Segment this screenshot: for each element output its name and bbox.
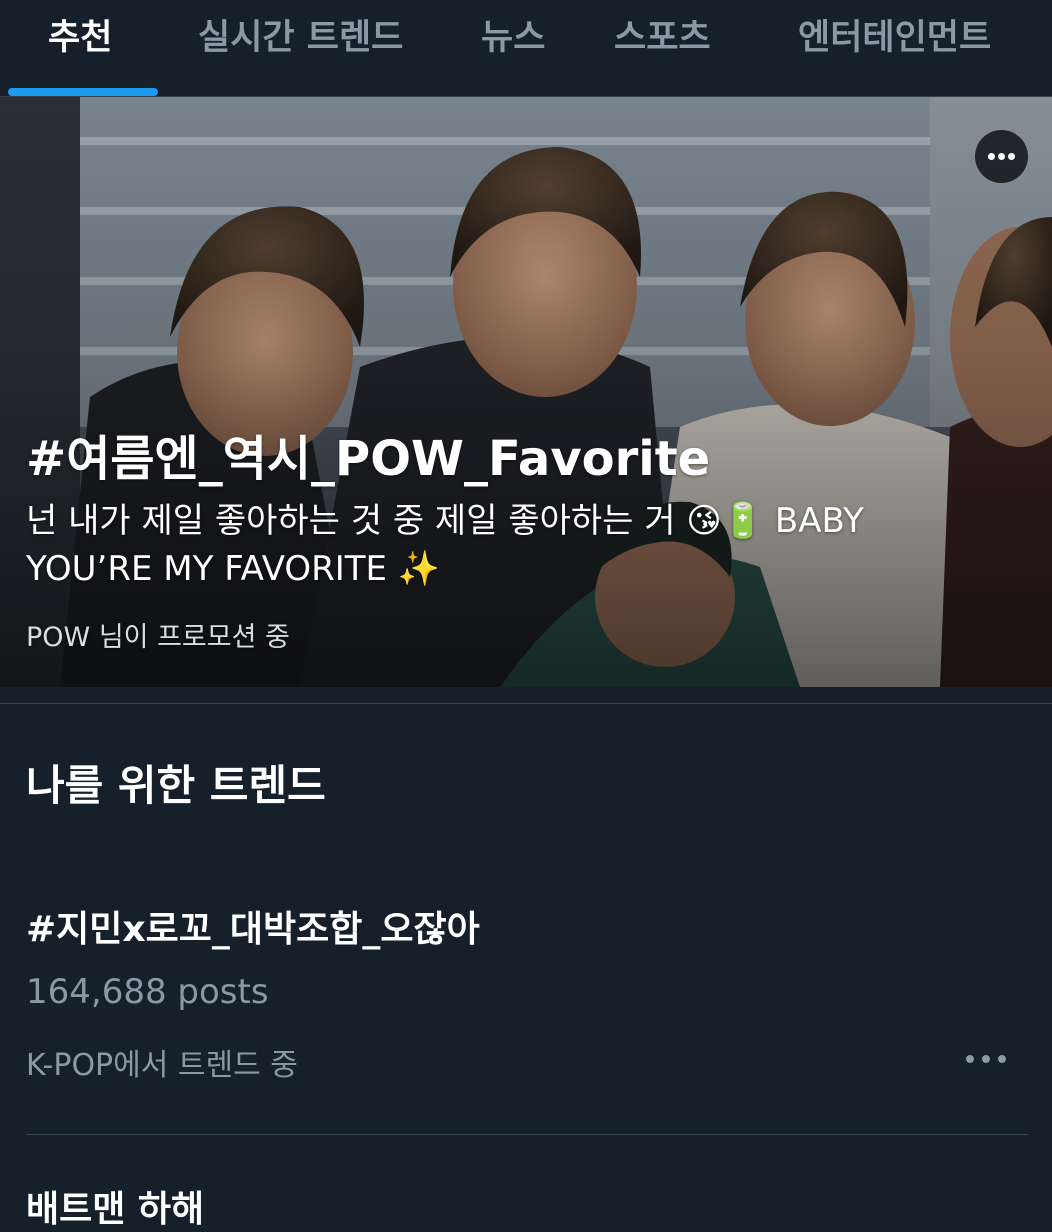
trend-post-count: 164,688 posts — [26, 972, 269, 1012]
promoted-trend-card[interactable]: #여름엔_역시_POW_Favorite 넌 내가 제일 좋아하는 것 중 제일… — [0, 97, 1052, 687]
trend-name: #지민x로꼬_대박조합_오잖아 — [26, 909, 480, 950]
tab-news[interactable]: 뉴스 — [481, 0, 545, 96]
next-trend-name-partial[interactable]: 배트맨 하해 — [26, 1180, 204, 1232]
trend-divider — [26, 1134, 1028, 1135]
promoted-by-label: POW 님이 프로모션 중 — [26, 622, 290, 653]
section-divider — [0, 703, 1052, 704]
promoted-trend-description: 넌 내가 제일 좋아하는 것 중 제일 좋아하는 거 😘🔋 BABY YOU’R… — [26, 501, 864, 589]
promoted-more-button[interactable] — [975, 130, 1028, 183]
tab-recommended[interactable]: 추천 — [48, 0, 112, 96]
promoted-trend-title: #여름엔_역시_POW_Favorite — [26, 431, 711, 487]
section-title-trends-for-you: 나를 위한 트렌드 — [26, 761, 326, 810]
tab-entertainment[interactable]: 엔터테인먼트 — [798, 0, 991, 96]
explore-tab-bar: 추천 실시간 트렌드 뉴스 스포츠 엔터테인먼트 — [0, 0, 1052, 97]
trend-more-button[interactable] — [958, 1042, 1014, 1076]
hero-gradient-overlay — [0, 97, 1052, 687]
tab-live-trends[interactable]: 실시간 트렌드 — [198, 0, 403, 96]
trend-context: K-POP에서 트렌드 중 — [26, 1048, 298, 1083]
active-tab-indicator — [8, 88, 158, 96]
trend-item[interactable]: #지민x로꼬_대박조합_오잖아 164,688 posts K-POP에서 트렌… — [0, 880, 1052, 1134]
tab-sports[interactable]: 스포츠 — [614, 0, 711, 96]
